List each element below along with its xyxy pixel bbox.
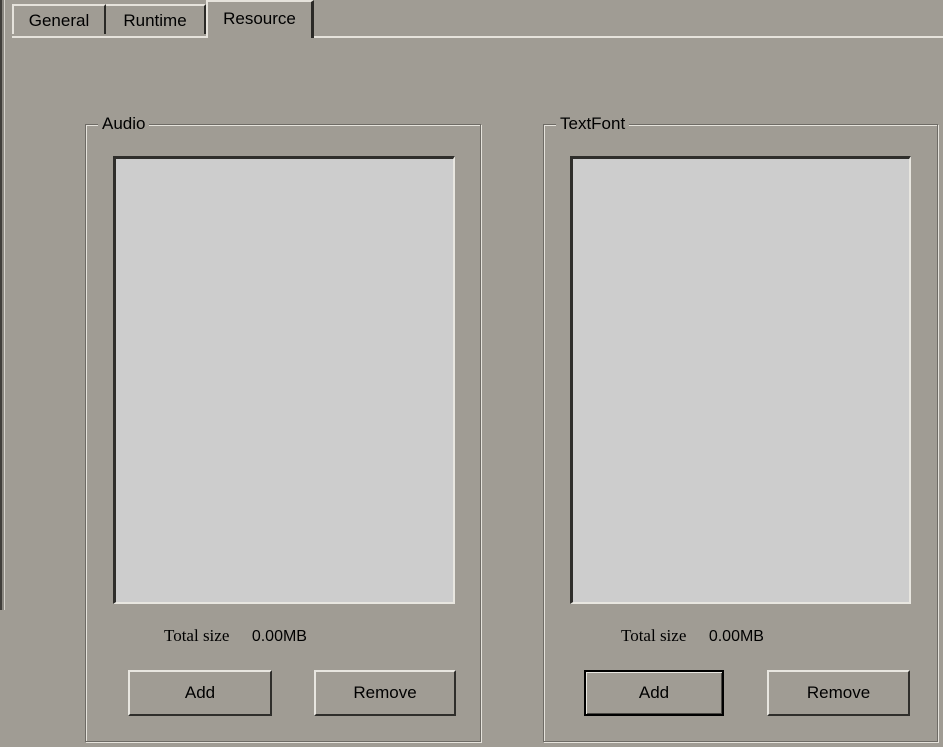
audio-total-size: Total size 0.00MB <box>164 624 307 648</box>
tab-runtime[interactable]: Runtime <box>106 4 206 34</box>
textfont-add-button[interactable]: Add <box>584 670 724 716</box>
resource-settings-dialog: General Runtime Resource Audio Total siz… <box>0 0 943 747</box>
window-left-shadow <box>0 0 2 610</box>
textfont-total-size-label: Total size <box>621 626 687 645</box>
audio-group-title: Audio <box>98 113 150 135</box>
audio-listbox[interactable] <box>113 156 455 604</box>
textfont-total-size: Total size 0.00MB <box>621 624 764 648</box>
audio-add-button[interactable]: Add <box>128 670 272 716</box>
audio-total-size-label: Total size <box>164 626 230 645</box>
textfont-total-size-value: 0.00MB <box>708 628 764 645</box>
tab-panel-top-border <box>12 36 943 38</box>
textfont-group-title: TextFont <box>556 113 630 135</box>
textfont-listbox[interactable] <box>570 156 911 604</box>
textfont-remove-button[interactable]: Remove <box>767 670 910 716</box>
tab-general[interactable]: General <box>12 4 106 34</box>
tab-resource[interactable]: Resource <box>206 0 314 38</box>
audio-remove-button[interactable]: Remove <box>314 670 456 716</box>
audio-total-size-value: 0.00MB <box>251 628 307 645</box>
